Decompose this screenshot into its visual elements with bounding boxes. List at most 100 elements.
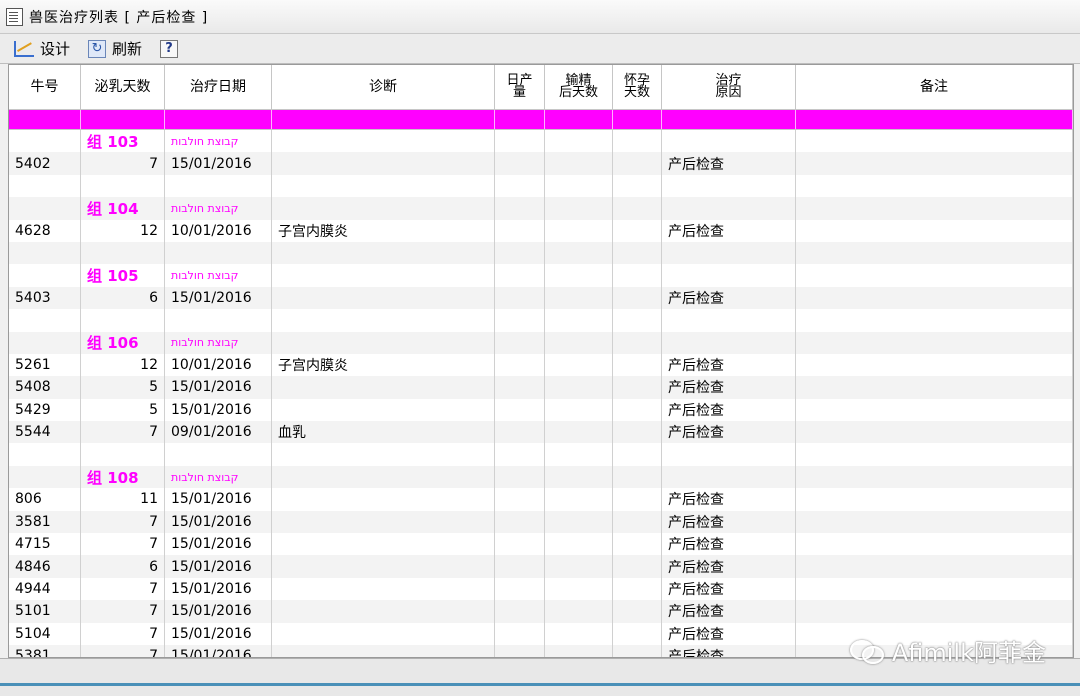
- column-header[interactable]: 备注: [796, 65, 1073, 109]
- table-cell: [272, 443, 495, 466]
- table-cell: [272, 510, 495, 534]
- wechat-icon: [849, 638, 884, 664]
- table-cell: 4715: [9, 533, 81, 556]
- table-row[interactable]: 5429 5 15/01/2016 产后检查: [9, 398, 1073, 422]
- design-button[interactable]: 设计: [14, 38, 70, 59]
- table-cell: [662, 174, 796, 198]
- table-row[interactable]: 5402 7 15/01/2016 产后检查: [9, 152, 1073, 175]
- table-cell: 产后检查: [662, 622, 796, 645]
- watermark: Afimilk阿菲金: [849, 633, 1046, 668]
- table-cell: [165, 309, 272, 332]
- app-window: 兽医治疗列表 [ 产后检查 ] 设计 ↻ 刷新 ? 牛号 泌乳天数 治疗日期 诊断 日产…: [0, 0, 1080, 696]
- table-cell: [272, 577, 495, 601]
- table-cell: 6: [81, 286, 165, 310]
- table-cell: 15/01/2016: [165, 398, 272, 422]
- blank-row: [9, 309, 1073, 332]
- table-cell: [9, 264, 81, 287]
- column-header[interactable]: 怀孕 天数: [613, 65, 662, 109]
- column-header[interactable]: 治疗 原因: [662, 65, 796, 109]
- group-row: 组 105 קבוצת חולבות: [9, 264, 1073, 287]
- table-cell: 15/01/2016: [165, 644, 272, 657]
- table-cell: [613, 130, 662, 153]
- filter-cell[interactable]: [662, 110, 796, 129]
- table-row[interactable]: 4715 7 15/01/2016 产后检查: [9, 533, 1073, 556]
- table-cell: 5408: [9, 376, 81, 399]
- filter-cell[interactable]: [165, 110, 272, 129]
- column-header-text: 泌乳天数: [94, 79, 151, 95]
- table-cell: 09/01/2016: [165, 421, 272, 444]
- column-header[interactable]: 输精 后天数: [545, 65, 613, 109]
- table-cell: [545, 353, 613, 377]
- table-cell: 5544: [9, 421, 81, 444]
- grid-header: 牛号 泌乳天数 治疗日期 诊断 日产量输精 后天数 怀孕 天数 治疗 原因 备注: [9, 65, 1073, 110]
- table-cell: [495, 376, 545, 399]
- table-row[interactable]: 4628 12 10/01/2016 子宫内膜炎 产后检查: [9, 219, 1073, 242]
- table-cell: 15/01/2016: [165, 286, 272, 310]
- table-cell: [495, 421, 545, 444]
- filter-cell[interactable]: [81, 110, 165, 129]
- table-cell: [613, 398, 662, 422]
- table-cell: 15/01/2016: [165, 488, 272, 511]
- filter-cell[interactable]: [545, 110, 613, 129]
- table-cell: [165, 443, 272, 466]
- table-cell: [613, 622, 662, 645]
- table-cell: [495, 241, 545, 265]
- filter-cell[interactable]: [272, 110, 495, 129]
- table-cell: [81, 309, 165, 332]
- table-cell: [9, 130, 81, 153]
- table-cell: [495, 264, 545, 287]
- filter-row[interactable]: [9, 110, 1073, 130]
- table-row[interactable]: 5403 6 15/01/2016 产后检查: [9, 286, 1073, 310]
- blank-row: [9, 241, 1073, 265]
- table-cell: [796, 197, 1073, 220]
- table-row[interactable]: 4846 6 15/01/2016 产后检查: [9, 555, 1073, 578]
- filter-cell[interactable]: [495, 110, 545, 129]
- column-header-text: 牛号: [30, 79, 59, 95]
- refresh-button[interactable]: ↻ 刷新: [88, 38, 142, 59]
- table-cell: [613, 421, 662, 444]
- table-row[interactable]: 5261 12 10/01/2016 子宫内膜炎 产后检查: [9, 353, 1073, 377]
- column-header[interactable]: 牛号: [9, 65, 81, 109]
- table-cell: [9, 465, 81, 489]
- table-cell: 产后检查: [662, 398, 796, 422]
- column-header-text: 天数: [623, 85, 650, 100]
- table-cell: [9, 197, 81, 220]
- table-row[interactable]: 5408 5 15/01/2016 产后检查: [9, 376, 1073, 399]
- table-cell: [796, 286, 1073, 310]
- table-cell: [796, 577, 1073, 601]
- table-cell: [495, 309, 545, 332]
- table-row[interactable]: 5544 7 09/01/2016 血乳 产后检查: [9, 421, 1073, 444]
- treatment-grid[interactable]: 牛号 泌乳天数 治疗日期 诊断 日产量输精 后天数 怀孕 天数 治疗 原因 备注 组 103 קבוצ…: [8, 64, 1074, 658]
- table-cell: [9, 331, 81, 354]
- table-row[interactable]: 806 11 15/01/2016 产后检查: [9, 488, 1073, 511]
- filter-cell[interactable]: [796, 110, 1073, 129]
- filter-cell[interactable]: [613, 110, 662, 129]
- help-button[interactable]: ?: [160, 39, 184, 58]
- table-cell: 15/01/2016: [165, 510, 272, 534]
- table-cell: 组 104: [81, 197, 165, 220]
- table-cell: [495, 555, 545, 578]
- table-row[interactable]: 3581 7 15/01/2016 产后检查: [9, 510, 1073, 534]
- table-cell: [545, 241, 613, 265]
- table-cell: 7: [81, 600, 165, 623]
- table-cell: 5403: [9, 286, 81, 310]
- table-cell: [662, 309, 796, 332]
- table-cell: [613, 533, 662, 556]
- table-cell: [9, 174, 81, 198]
- table-row[interactable]: 4944 7 15/01/2016 产后检查: [9, 577, 1073, 601]
- table-cell: [545, 488, 613, 511]
- column-header[interactable]: 泌乳天数: [81, 65, 165, 109]
- column-header[interactable]: 治疗日期: [165, 65, 272, 109]
- table-cell: 15/01/2016: [165, 533, 272, 556]
- filter-cell[interactable]: [9, 110, 81, 129]
- status-progress-line: [0, 683, 1080, 686]
- column-header-text: 原因: [715, 85, 742, 100]
- group-row: 组 103 קבוצת חולבות: [9, 130, 1073, 153]
- table-cell: [9, 443, 81, 466]
- table-row[interactable]: 5101 7 15/01/2016 产后检查: [9, 600, 1073, 623]
- column-header[interactable]: 诊断: [272, 65, 495, 109]
- group-row: 组 106 קבוצת חולבות: [9, 331, 1073, 354]
- table-cell: 7: [81, 421, 165, 444]
- table-cell: [495, 465, 545, 489]
- column-header[interactable]: 日产量: [495, 65, 545, 109]
